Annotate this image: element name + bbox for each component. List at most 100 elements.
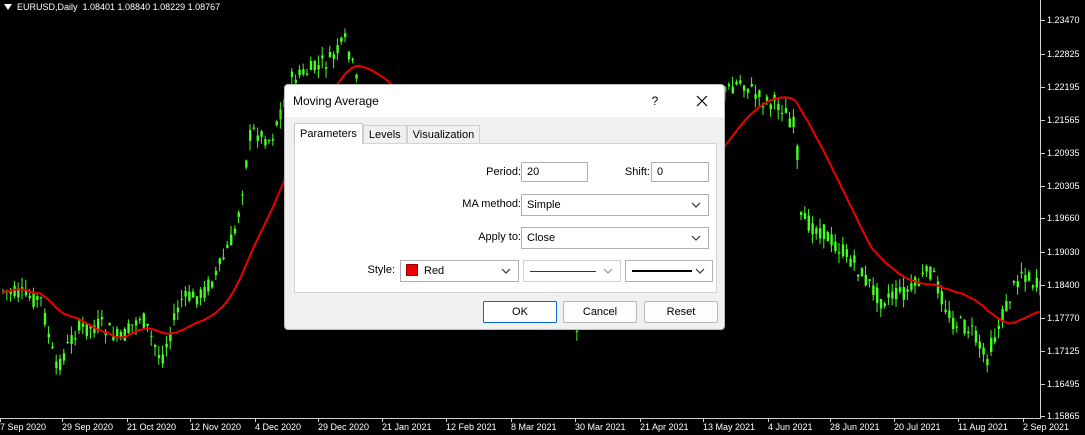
- style-color-select[interactable]: Red: [400, 260, 519, 282]
- candle-body: [792, 116, 795, 128]
- line-width-select[interactable]: [625, 260, 713, 282]
- price-tick: 1.22825: [1041, 48, 1085, 60]
- price-axis[interactable]: 1.23470 1.22825 1.22195 1.21565 1.20935 …: [1041, 0, 1085, 422]
- candle-body: [325, 67, 328, 69]
- line-style-select[interactable]: [523, 260, 621, 282]
- candle-body: [765, 96, 769, 101]
- candle-body: [108, 322, 111, 326]
- style-label: Style:: [367, 264, 395, 276]
- candle-body: [879, 299, 883, 309]
- candle-body: [830, 234, 833, 246]
- dialog-titlebar[interactable]: Moving Average ?: [285, 85, 724, 117]
- candle-body: [116, 328, 119, 337]
- candle-body: [735, 81, 738, 85]
- candle-body: [948, 310, 951, 319]
- dialog-title: Moving Average: [293, 94, 379, 108]
- candle-body: [47, 333, 50, 338]
- cancel-button[interactable]: Cancel: [563, 301, 637, 323]
- symbol-info: EURUSD,Daily 1.08401 1.08840 1.08229 1.0…: [17, 2, 221, 12]
- ok-button[interactable]: OK: [483, 301, 557, 323]
- candle-body: [59, 358, 62, 371]
- candle-body: [279, 109, 282, 120]
- candle-body: [123, 328, 126, 341]
- candle-body: [336, 45, 339, 54]
- candle-body: [245, 160, 248, 168]
- candle-body: [13, 285, 16, 297]
- candle-body: [986, 358, 989, 366]
- candle-body: [940, 291, 943, 305]
- candle-body: [868, 279, 871, 281]
- time-tick: 4 Jun 2021: [768, 419, 813, 432]
- candle-body: [78, 320, 81, 331]
- shift-input[interactable]: [651, 162, 709, 182]
- candle-body: [777, 103, 780, 111]
- candle-body: [963, 320, 966, 334]
- candle-body: [290, 71, 294, 77]
- candle-body: [142, 313, 145, 328]
- period-label: Period:: [486, 166, 521, 178]
- candle-body: [849, 258, 852, 267]
- candle-body: [853, 255, 856, 263]
- help-button[interactable]: ?: [642, 91, 668, 111]
- price-tick: 1.15865: [1041, 410, 1085, 422]
- candle-body: [306, 73, 309, 75]
- candle-body: [743, 85, 746, 91]
- candle-body: [819, 228, 822, 239]
- candle-body: [845, 249, 848, 258]
- candle-body: [70, 335, 73, 344]
- candle-body: [731, 86, 734, 94]
- tab-parameters[interactable]: Parameters: [294, 123, 363, 144]
- time-tick: 11 Aug 2021: [958, 419, 1008, 432]
- candle-body: [746, 88, 750, 93]
- candle-body: [203, 286, 206, 298]
- time-axis[interactable]: 7 Sep 2020 29 Sep 2020 21 Oct 2020 12 No…: [0, 419, 1069, 435]
- candle-body: [135, 320, 138, 326]
- candle-body: [66, 342, 69, 344]
- candle-body: [739, 80, 742, 84]
- price-tick: 1.21565: [1041, 114, 1085, 126]
- candle-body: [150, 335, 153, 337]
- chevron-down-icon: [691, 235, 701, 241]
- candle-body: [952, 317, 955, 330]
- price-tick: 1.17770: [1041, 312, 1085, 324]
- ma-method-select[interactable]: Simple: [521, 194, 709, 216]
- time-tick: 21 Apr 2021: [640, 419, 689, 432]
- candle-body: [754, 94, 757, 99]
- candle-body: [218, 258, 221, 264]
- candle-body: [55, 361, 58, 369]
- candle-body: [925, 265, 928, 272]
- dropdown-triangle-icon: [4, 4, 12, 10]
- candle-body: [929, 266, 932, 280]
- time-tick: 12 Feb 2021: [446, 419, 497, 432]
- tab-levels[interactable]: Levels: [362, 125, 407, 144]
- candle-body: [906, 289, 909, 292]
- reset-button[interactable]: Reset: [644, 301, 718, 323]
- candle-body: [157, 355, 161, 358]
- time-tick: 13 May 2021: [703, 419, 756, 432]
- candle-body: [921, 272, 924, 275]
- candle-body: [230, 234, 233, 246]
- candle-body: [758, 90, 761, 97]
- candle-body: [344, 33, 347, 37]
- candle-body: [788, 118, 791, 128]
- candle-body: [1012, 281, 1016, 283]
- candle-body: [887, 293, 890, 298]
- candle-body: [328, 51, 332, 58]
- price-tick: 1.16495: [1041, 378, 1085, 390]
- time-tick: 30 Mar 2021: [575, 419, 626, 432]
- candle-body: [902, 287, 905, 300]
- candle-body: [252, 127, 256, 129]
- candle-body: [727, 84, 731, 87]
- candle-body: [891, 291, 894, 299]
- candle-body: [195, 296, 199, 305]
- period-input[interactable]: [521, 162, 588, 182]
- close-button[interactable]: [687, 89, 717, 113]
- tab-visualization[interactable]: Visualization: [406, 125, 481, 144]
- candle-body: [769, 104, 772, 110]
- candle-body: [834, 241, 837, 252]
- candle-body: [864, 274, 867, 286]
- apply-to-select[interactable]: Close: [521, 227, 709, 249]
- candle-body: [1035, 277, 1038, 288]
- candle-body: [62, 353, 66, 361]
- candle-body: [936, 281, 940, 294]
